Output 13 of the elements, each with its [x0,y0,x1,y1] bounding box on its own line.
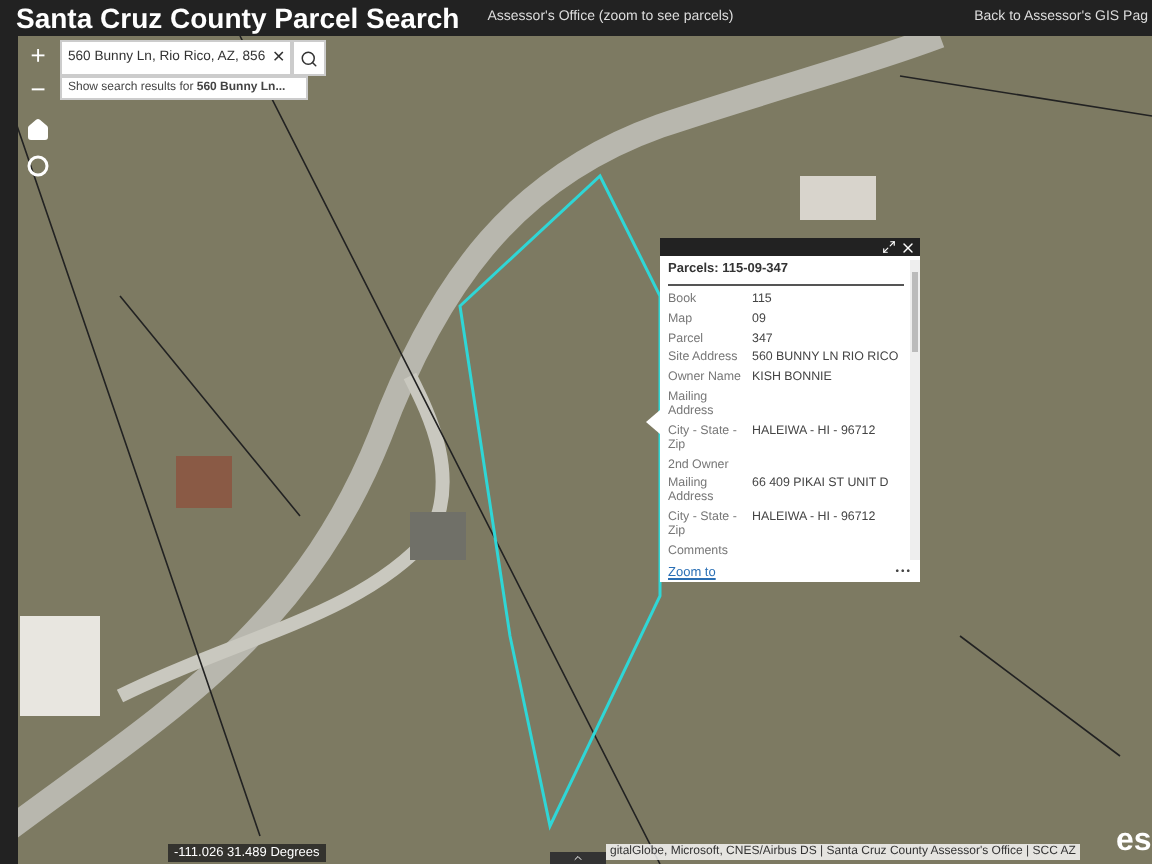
caret-icon [572,852,584,864]
maximize-icon[interactable] [882,240,896,254]
logo-text: es [1116,824,1152,860]
search-button[interactable] [292,40,326,76]
scrollbar[interactable] [910,260,920,560]
attribution-toggle[interactable] [550,852,606,864]
zoom-in-button[interactable]: + [24,42,52,70]
close-icon[interactable] [900,239,916,255]
clear-button[interactable]: ✕ [272,46,286,70]
app-title: Santa Cruz County Parcel Search [16,0,460,38]
search-icon [300,49,318,67]
zoom-out-button[interactable]: − [24,76,52,104]
locate-icon[interactable] [26,154,50,178]
